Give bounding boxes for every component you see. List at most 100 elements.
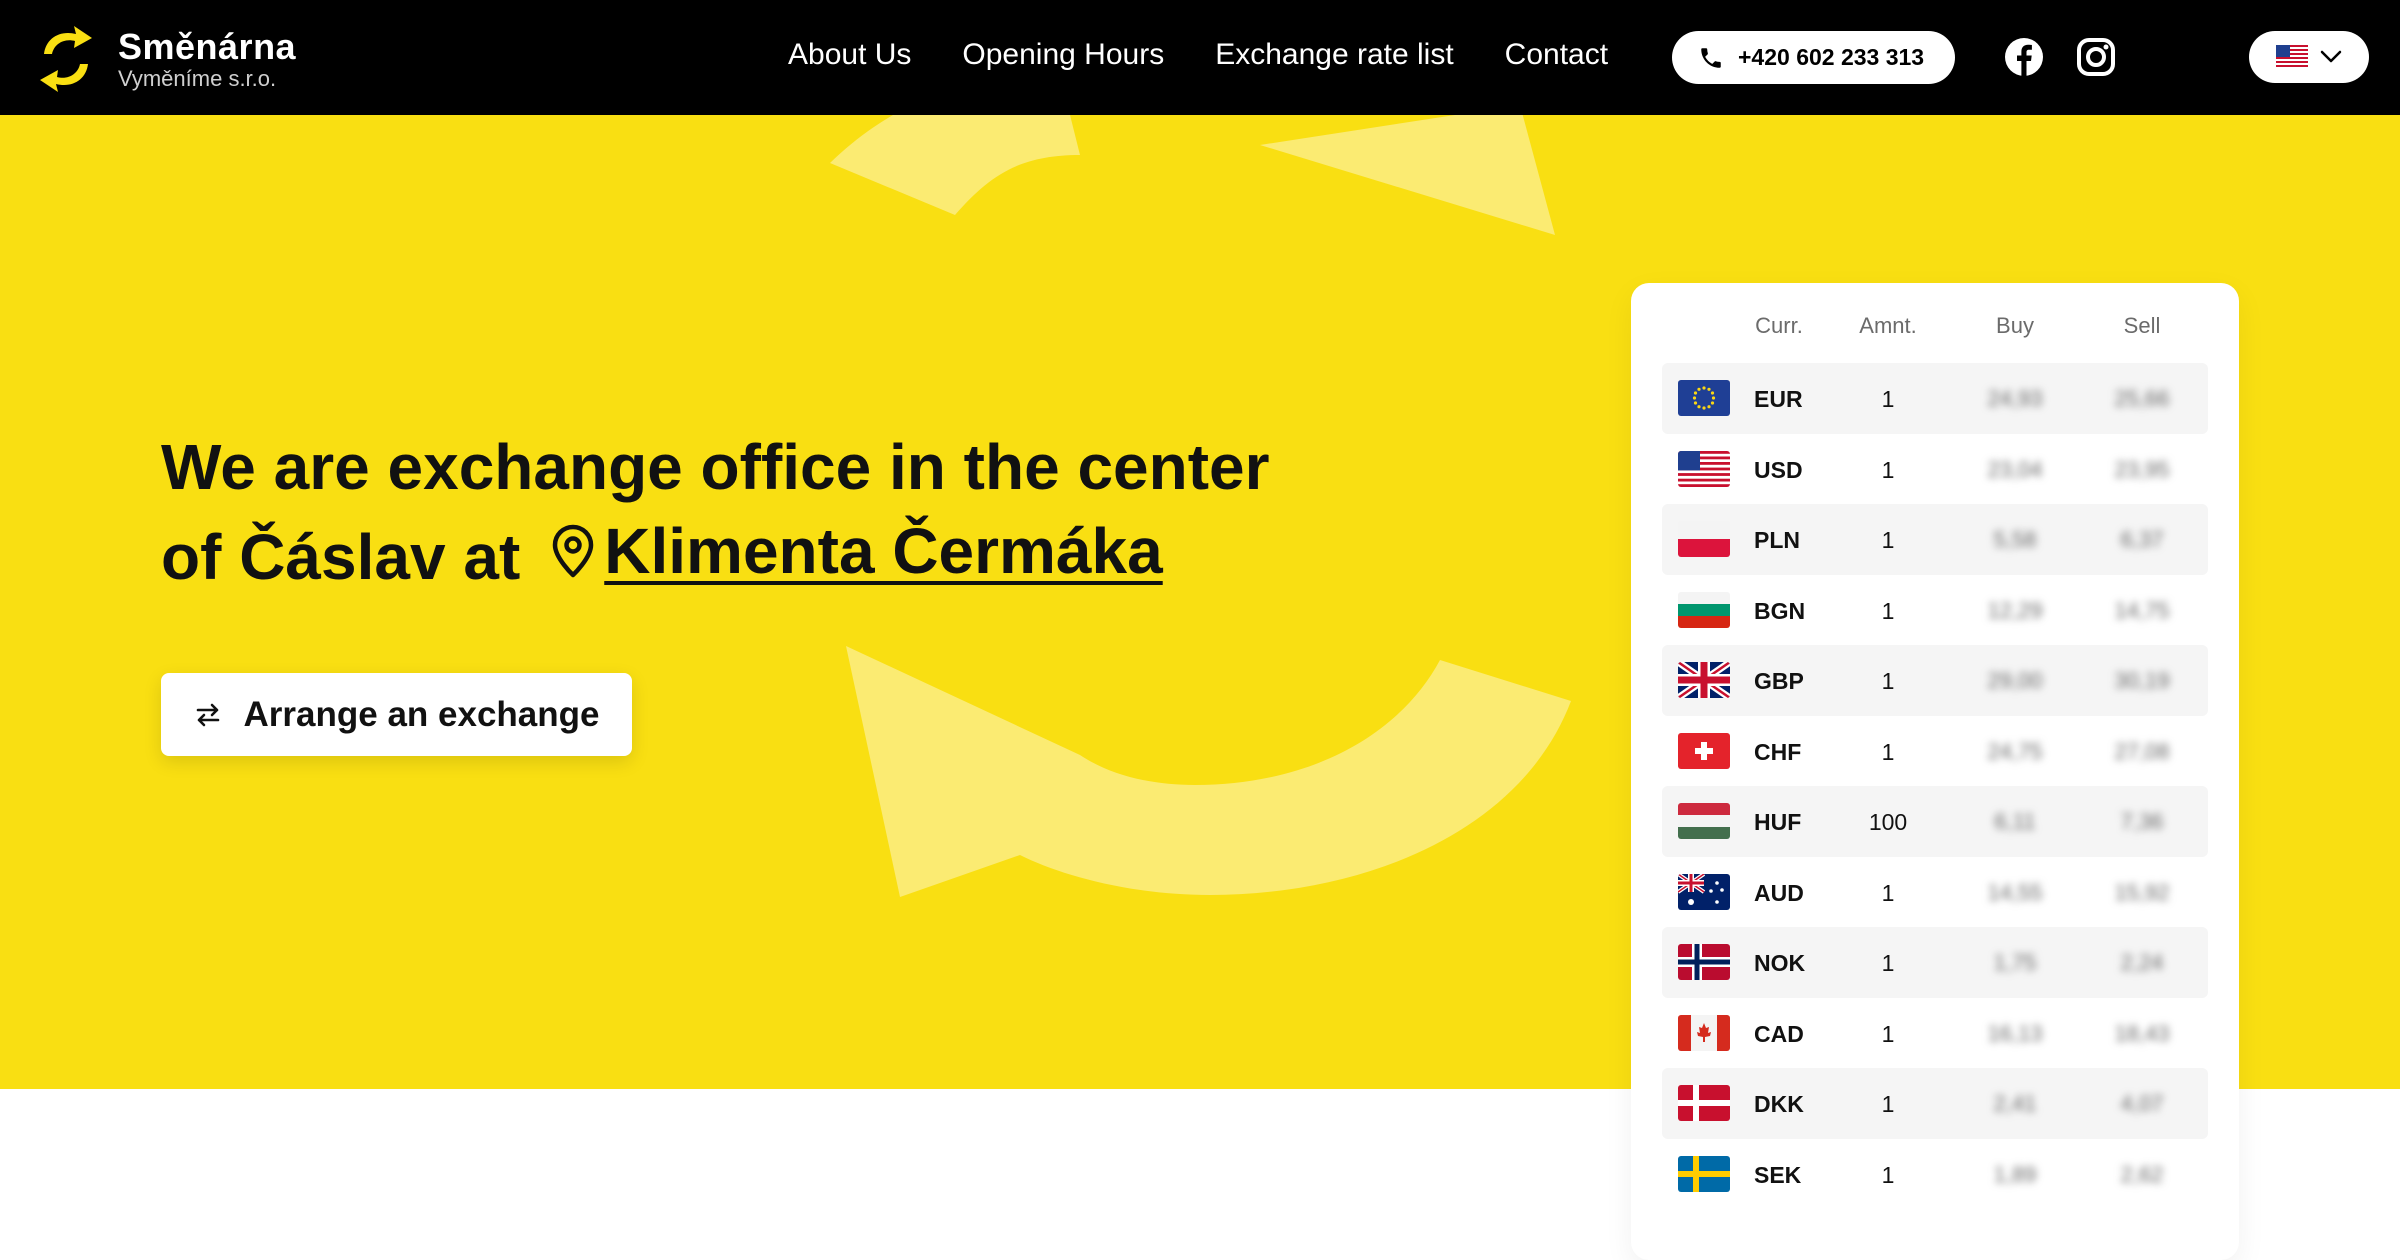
brand-subtitle: Vyměníme s.r.o. <box>118 66 277 91</box>
currency-code: NOK <box>1754 950 1806 976</box>
sell-rate: 27,08 <box>2114 738 2170 764</box>
table-row[interactable]: EUR 1 24,93 25,66 <box>1662 363 2208 434</box>
sell-rate: 15,92 <box>2114 879 2170 905</box>
currency-code: BGN <box>1754 597 1806 624</box>
currency-code: GBP <box>1754 668 1804 694</box>
bg-flag-icon <box>1678 591 1730 628</box>
buy-rate: 6,11 <box>1994 809 2036 834</box>
currency-code: CAD <box>1754 1020 1804 1047</box>
pl-flag-icon <box>1678 521 1730 557</box>
exchange-rates-card: Curr. Amnt. Buy Sell EUR 1 24,93 25,66 U… <box>1631 283 2239 1260</box>
col-buy: Buy <box>1996 313 2034 338</box>
hu-flag-icon <box>1678 803 1730 839</box>
sell-rate: 23,95 <box>2114 456 2170 482</box>
table-row[interactable]: CHF 1 24,75 27,08 <box>1662 716 2208 787</box>
buy-rate: 14,55 <box>1987 879 2043 905</box>
nav-opening-hours[interactable]: Opening Hours <box>962 38 1164 72</box>
arrange-exchange-button[interactable]: Arrange an exchange <box>161 673 632 756</box>
brand-name[interactable]: Směnárna <box>118 26 296 68</box>
table-row[interactable]: SEK 1 1,89 2,62 <box>1662 1139 2208 1210</box>
headline-line-1: We are exchange office in the center <box>161 431 1270 503</box>
au-flag-icon <box>1678 873 1730 910</box>
amount-value: 1 <box>1881 1020 1895 1047</box>
arrange-exchange-label: Arrange an exchange <box>243 694 600 734</box>
table-row[interactable]: CAD 1 16,13 18,43 <box>1662 998 2208 1069</box>
headline-line-2: of Čáslav at <box>161 521 521 593</box>
gb-flag-icon <box>1678 662 1730 698</box>
location-text: Klimenta Čermáka <box>604 515 1163 587</box>
amount-value: 1 <box>1881 527 1895 553</box>
rates-table-header: Curr. Amnt. Buy Sell <box>1631 313 2239 343</box>
buy-rate: 5,58 <box>1993 527 2037 552</box>
table-row[interactable]: AUD 1 14,55 15,92 <box>1662 857 2208 928</box>
table-row[interactable]: HUF 100 6,11 7,36 <box>1662 786 2208 857</box>
amount-value: 1 <box>1881 386 1895 412</box>
buy-rate: 2,41 <box>1993 1091 2037 1116</box>
amount-value: 1 <box>1881 1091 1895 1117</box>
sell-rate: 7,36 <box>2120 809 2164 834</box>
buy-rate: 1,75 <box>1993 950 2037 975</box>
phone-icon <box>1701 47 1721 68</box>
table-row[interactable]: NOK 1 1,75 2,24 <box>1662 927 2208 998</box>
logo-icon[interactable] <box>38 24 94 94</box>
currency-code: CHF <box>1754 738 1802 765</box>
nav-exchange-rate-list[interactable]: Exchange rate list <box>1215 38 1453 72</box>
amount-value: 1 <box>1881 950 1895 976</box>
chevron-down-icon <box>2320 50 2342 63</box>
instagram-icon[interactable] <box>2075 36 2117 78</box>
main-nav: About Us Opening Hours Exchange rate lis… <box>788 38 1608 72</box>
sell-rate: 4,07 <box>2120 1091 2164 1116</box>
buy-rate: 24,93 <box>1987 386 2043 411</box>
amount-value: 1 <box>1881 879 1895 906</box>
table-row[interactable]: USD 1 23,04 23,95 <box>1662 434 2208 505</box>
language-selector[interactable] <box>2249 31 2369 83</box>
nav-contact[interactable]: Contact <box>1505 38 1608 72</box>
sell-rate: 25,66 <box>2114 386 2170 411</box>
buy-rate: 23,04 <box>1987 456 2043 482</box>
currency-code: USD <box>1754 456 1803 483</box>
location-pin-icon <box>553 524 594 578</box>
nav-about-us[interactable]: About Us <box>788 38 911 72</box>
currency-code: AUD <box>1754 879 1804 906</box>
rates-table-body: EUR 1 24,93 25,66 USD 1 23,04 23,95 PLN … <box>1662 363 2208 1209</box>
table-row[interactable]: PLN 1 5,58 6,37 <box>1662 504 2208 575</box>
amount-value: 100 <box>1868 809 1908 835</box>
amount-value: 1 <box>1881 668 1895 694</box>
table-row[interactable]: BGN 1 12,29 14,75 <box>1662 575 2208 646</box>
sell-rate: 14,75 <box>2114 597 2170 623</box>
col-currency: Curr. <box>1755 313 1803 338</box>
currency-code: PLN <box>1754 527 1800 553</box>
hero-headline: We are exchange office in the center of … <box>161 425 1361 599</box>
ca-flag-icon <box>1678 1014 1730 1051</box>
phone-button[interactable]: +420 602 233 313 <box>1672 31 1955 84</box>
amount-value: 1 <box>1881 1161 1895 1188</box>
table-row[interactable]: GBP 1 29,00 30,19 <box>1662 645 2208 716</box>
amount-value: 1 <box>1881 597 1895 624</box>
currency-code: EUR <box>1754 386 1803 412</box>
sell-rate: 30,19 <box>2114 668 2170 693</box>
sell-rate: 18,43 <box>2114 1020 2170 1046</box>
amount-value: 1 <box>1881 456 1895 483</box>
col-amount: Amnt. <box>1859 313 1917 338</box>
se-flag-icon <box>1678 1155 1730 1192</box>
facebook-icon[interactable] <box>2003 36 2045 78</box>
sell-rate: 2,24 <box>2120 950 2164 975</box>
sell-rate: 2,62 <box>2120 1161 2164 1187</box>
location-link[interactable]: Klimenta Čermáka <box>550 509 1163 593</box>
phone-number: +420 602 233 313 <box>1738 44 1925 70</box>
currency-code: SEK <box>1754 1161 1802 1188</box>
us-flag-icon <box>2276 45 2308 69</box>
col-sell: Sell <box>2123 313 2161 338</box>
swap-arrows-icon <box>196 703 219 726</box>
currency-code: DKK <box>1754 1091 1804 1117</box>
amount-value: 1 <box>1881 738 1895 765</box>
table-row[interactable]: DKK 1 2,41 4,07 <box>1662 1068 2208 1139</box>
buy-rate: 1,89 <box>1993 1161 2037 1187</box>
dk-flag-icon <box>1678 1085 1730 1121</box>
no-flag-icon <box>1678 944 1730 980</box>
site-header: Směnárna Vyměníme s.r.o. About Us Openin… <box>0 0 2400 115</box>
buy-rate: 12,29 <box>1987 597 2043 623</box>
buy-rate: 24,75 <box>1987 738 2043 764</box>
currency-code: HUF <box>1754 809 1802 835</box>
us-flag-icon <box>1678 450 1730 487</box>
